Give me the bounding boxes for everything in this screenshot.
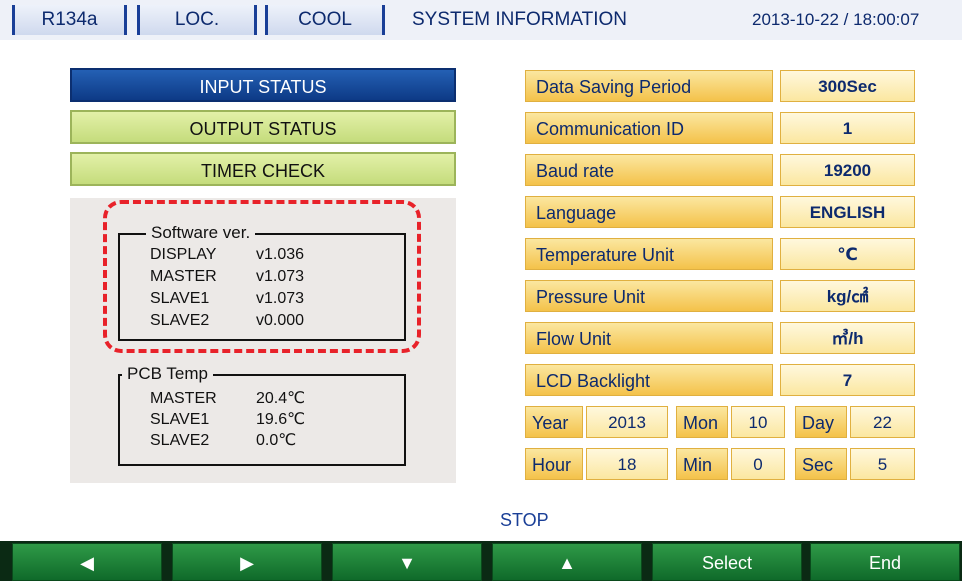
pcb-row-slave2-value: 0.0℃	[256, 432, 297, 449]
temperature-unit-value[interactable]: ℃	[780, 238, 915, 270]
lcd-backlight-value[interactable]: 7	[780, 364, 915, 396]
datetime-display: 2013-10-22 / 18:00:07	[752, 10, 920, 29]
end-button[interactable]: End	[810, 543, 960, 581]
pcb-row-master-name: MASTER	[150, 390, 217, 407]
pcb-row-slave1-value: 19.6℃	[256, 411, 306, 428]
year-label: Year	[525, 406, 583, 438]
pcb-row-master-value: 20.4℃	[256, 390, 306, 407]
top-status-bar: R134a LOC. COOL SYSTEM INFORMATION 2013-…	[0, 0, 962, 40]
flow-unit-label: Flow Unit	[525, 322, 773, 354]
pressure-unit-value[interactable]: kg/㎠	[780, 280, 915, 312]
refrigerant-indicator: R134a	[12, 5, 127, 35]
mon-value[interactable]: 10	[731, 406, 785, 438]
left-arrow-icon: ◀	[80, 553, 94, 573]
operation-indicator: COOL	[265, 5, 385, 35]
timer-check-button[interactable]: TIMER CHECK	[70, 152, 456, 186]
mon-label: Mon	[676, 406, 728, 438]
sec-label: Sec	[795, 448, 847, 480]
left-arrow-button[interactable]: ◀	[12, 543, 162, 581]
min-value[interactable]: 0	[731, 448, 785, 480]
year-value[interactable]: 2013	[586, 406, 668, 438]
right-arrow-button[interactable]: ▶	[172, 543, 322, 581]
communication-id-value[interactable]: 1	[780, 112, 915, 144]
day-value[interactable]: 22	[850, 406, 915, 438]
baud-rate-value[interactable]: 19200	[780, 154, 915, 186]
bottom-button-bar: ◀ ▶ ▼ ▲ Select End	[0, 541, 962, 581]
pcb-temp-title: PCB Temp	[122, 364, 213, 384]
select-button[interactable]: Select	[652, 543, 802, 581]
run-status: STOP	[500, 510, 549, 530]
flow-unit-value[interactable]: ㎥/h	[780, 322, 915, 354]
down-arrow-icon: ▼	[398, 553, 416, 573]
up-arrow-icon: ▲	[558, 553, 576, 573]
up-arrow-button[interactable]: ▲	[492, 543, 642, 581]
sec-value[interactable]: 5	[850, 448, 915, 480]
day-label: Day	[795, 406, 847, 438]
data-saving-period-label: Data Saving Period	[525, 70, 773, 102]
pcb-row-slave2-name: SLAVE2	[150, 432, 210, 449]
software-version-highlight	[103, 200, 421, 353]
right-arrow-icon: ▶	[240, 553, 254, 573]
output-status-button[interactable]: OUTPUT STATUS	[70, 110, 456, 144]
down-arrow-button[interactable]: ▼	[332, 543, 482, 581]
baud-rate-label: Baud rate	[525, 154, 773, 186]
hour-value[interactable]: 18	[586, 448, 668, 480]
input-status-button[interactable]: INPUT STATUS	[70, 68, 456, 102]
min-label: Min	[676, 448, 728, 480]
language-value[interactable]: ENGLISH	[780, 196, 915, 228]
lcd-backlight-label: LCD Backlight	[525, 364, 773, 396]
language-label: Language	[525, 196, 773, 228]
pcb-row-slave1-name: SLAVE1	[150, 411, 210, 428]
hour-label: Hour	[525, 448, 583, 480]
page-title: SYSTEM INFORMATION	[412, 9, 627, 30]
pressure-unit-label: Pressure Unit	[525, 280, 773, 312]
temperature-unit-label: Temperature Unit	[525, 238, 773, 270]
data-saving-period-value[interactable]: 300Sec	[780, 70, 915, 102]
communication-id-label: Communication ID	[525, 112, 773, 144]
mode-indicator: LOC.	[137, 5, 257, 35]
